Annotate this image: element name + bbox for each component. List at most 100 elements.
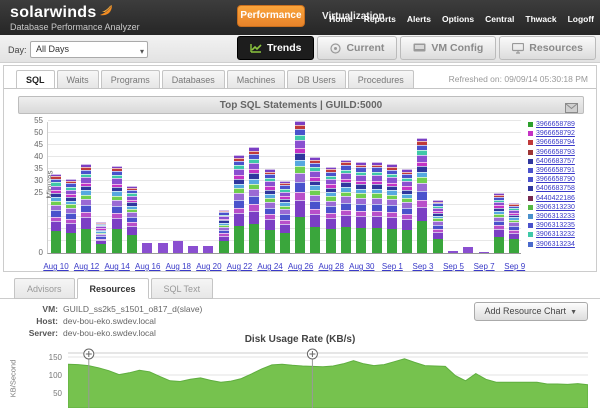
legend-sql-link[interactable]: 3906313234 [536, 241, 575, 248]
x-tick-label[interactable]: Aug 16 [131, 262, 165, 271]
legend-item[interactable]: 6440422186 [528, 194, 575, 203]
tab-db-users[interactable]: DB Users [287, 70, 346, 88]
x-tick-label[interactable]: Aug 28 [314, 262, 348, 271]
legend-item[interactable]: 3966658791 [528, 166, 575, 175]
sql-bar-sep-8[interactable] [494, 193, 504, 253]
nav-link-alerts[interactable]: Alerts [407, 14, 431, 24]
sql-bar-aug-29[interactable] [341, 160, 351, 253]
sql-bar-sep-9[interactable] [509, 203, 519, 253]
legend-item[interactable]: 3966658789 [528, 120, 575, 129]
nav-link-thwack[interactable]: Thwack [525, 14, 556, 24]
x-tick-label[interactable]: Aug 14 [100, 262, 134, 271]
sql-bar-aug-25[interactable] [280, 181, 290, 253]
legend-sql-link[interactable]: 3966658789 [536, 121, 575, 128]
sql-bar-aug-30[interactable] [356, 162, 366, 253]
legend-sql-link[interactable]: 3906313232 [536, 231, 575, 238]
legend-item[interactable]: 3906313230 [528, 203, 575, 212]
sql-bar-aug-27[interactable] [310, 157, 320, 253]
legend-item[interactable]: 6406683758 [528, 184, 575, 193]
nav-link-central[interactable]: Central [485, 14, 514, 24]
x-tick-label[interactable]: Aug 30 [345, 262, 379, 271]
tab-programs[interactable]: Programs [101, 70, 160, 88]
x-tick-label[interactable]: Aug 12 [70, 262, 104, 271]
tab-procedures[interactable]: Procedures [348, 70, 414, 88]
legend-sql-link[interactable]: 3966658790 [536, 176, 575, 183]
day-select[interactable]: All Days▾ [30, 41, 148, 58]
tab-machines[interactable]: Machines [227, 70, 286, 88]
sql-bar-aug-19[interactable] [188, 246, 198, 253]
sql-bar-aug-10[interactable] [51, 174, 61, 253]
view-button-trends[interactable]: Trends [237, 36, 314, 60]
sql-bar-sep-7[interactable] [479, 252, 489, 253]
x-tick-label[interactable]: Aug 26 [284, 262, 318, 271]
sql-bar-aug-15[interactable] [127, 186, 137, 253]
nav-link-home[interactable]: Home [329, 14, 353, 24]
slider-handle[interactable] [307, 349, 317, 359]
sql-bar-aug-26[interactable] [295, 121, 305, 253]
legend-sql-link[interactable]: 3966658791 [536, 167, 575, 174]
x-tick-label[interactable]: Aug 22 [222, 262, 256, 271]
sql-bar-aug-24[interactable] [265, 169, 275, 253]
legend-item[interactable]: 3906313235 [528, 221, 575, 230]
legend-item[interactable]: 3966658794 [528, 138, 575, 147]
tab-databases[interactable]: Databases [162, 70, 225, 88]
sql-bar-sep-4[interactable] [433, 200, 443, 253]
legend-sql-link[interactable]: 3966658793 [536, 149, 575, 156]
view-button-vm-config[interactable]: VM Config [400, 36, 496, 60]
sql-bar-sep-5[interactable] [448, 251, 458, 253]
x-tick-label[interactable]: Sep 7 [467, 262, 501, 271]
sql-bar-sep-2[interactable] [402, 169, 412, 253]
chart-header-bar[interactable]: Top SQL Statements | GUILD:5000 [18, 96, 584, 114]
sql-bar-aug-12[interactable] [81, 164, 91, 253]
legend-item[interactable]: 3966658793 [528, 148, 575, 157]
legend-item[interactable]: 3966658792 [528, 129, 575, 138]
bottom-tab-advisors[interactable]: Advisors [14, 278, 75, 299]
legend-sql-link[interactable]: 3966658792 [536, 130, 575, 137]
x-tick-label[interactable]: Aug 20 [192, 262, 226, 271]
sql-bar-sep-6[interactable] [463, 247, 473, 253]
sql-bar-aug-11[interactable] [66, 179, 76, 253]
legend-sql-link[interactable]: 3906313233 [536, 213, 575, 220]
sql-bar-aug-13[interactable] [96, 222, 106, 253]
nav-link-logoff[interactable]: Logoff [568, 14, 594, 24]
email-icon[interactable] [565, 100, 578, 118]
x-tick-label[interactable]: Aug 24 [253, 262, 287, 271]
legend-sql-link[interactable]: 6440422186 [536, 195, 575, 202]
x-tick-label[interactable]: Sep 3 [406, 262, 440, 271]
bottom-tab-resources[interactable]: Resources [77, 278, 149, 299]
legend-item[interactable]: 3966658790 [528, 175, 575, 184]
sql-bar-aug-20[interactable] [203, 246, 213, 253]
sql-bar-aug-16[interactable] [142, 243, 152, 253]
legend-item[interactable]: 6406683757 [528, 157, 575, 166]
sql-bar-aug-14[interactable] [112, 166, 122, 253]
sql-bar-aug-31[interactable] [372, 162, 382, 253]
sql-bar-aug-23[interactable] [249, 147, 259, 253]
x-tick-label[interactable]: Sep 9 [498, 262, 532, 271]
legend-sql-link[interactable]: 6406683757 [536, 158, 575, 165]
legend-item[interactable]: 3906313234 [528, 239, 575, 248]
legend-sql-link[interactable]: 3906313230 [536, 204, 575, 211]
sql-bar-sep-1[interactable] [387, 164, 397, 253]
add-resource-chart-button[interactable]: Add Resource Chart▼ [474, 302, 588, 321]
x-tick-label[interactable]: Aug 10 [39, 262, 73, 271]
sql-bar-aug-18[interactable] [173, 241, 183, 253]
legend-item[interactable]: 3906313232 [528, 230, 575, 239]
view-button-resources[interactable]: Resources [499, 36, 596, 60]
x-tick-label[interactable]: Sep 5 [437, 262, 471, 271]
x-tick-label[interactable]: Sep 1 [375, 262, 409, 271]
legend-sql-link[interactable]: 3966658794 [536, 139, 575, 146]
legend-sql-link[interactable]: 3906313235 [536, 222, 575, 229]
sql-bar-aug-21[interactable] [219, 210, 229, 253]
legend-sql-link[interactable]: 6406683758 [536, 185, 575, 192]
view-button-current[interactable]: Current [317, 36, 397, 60]
bottom-tab-sql-text[interactable]: SQL Text [151, 278, 214, 299]
legend-item[interactable]: 3906313233 [528, 212, 575, 221]
tab-waits[interactable]: Waits [57, 70, 99, 88]
nav-link-reports[interactable]: Reports [364, 14, 396, 24]
sql-bar-aug-22[interactable] [234, 155, 244, 253]
sql-bar-aug-28[interactable] [326, 167, 336, 253]
nav-link-options[interactable]: Options [442, 14, 474, 24]
x-tick-label[interactable]: Aug 18 [161, 262, 195, 271]
performance-button[interactable]: Performance [237, 5, 305, 27]
tab-sql[interactable]: SQL [16, 70, 55, 88]
